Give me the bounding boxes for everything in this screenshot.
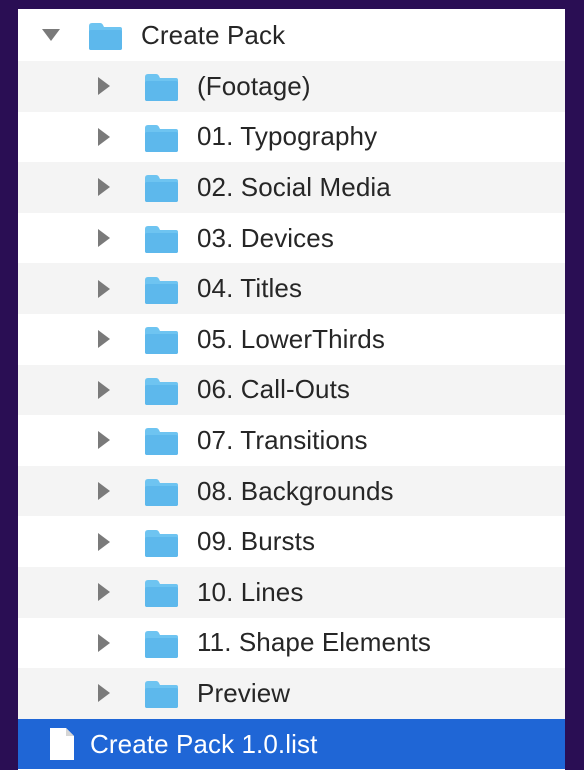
finder-list-panel: Create Pack (Footage) 01. Typography 02.… <box>18 9 565 770</box>
folder-icon <box>143 275 180 305</box>
folder-icon <box>143 376 180 406</box>
disclosure-collapsed-icon[interactable] <box>98 532 110 551</box>
folder-label: Preview <box>197 677 291 708</box>
disclosure-collapsed-icon[interactable] <box>98 482 110 501</box>
folder-row[interactable]: 04. Titles <box>18 263 565 314</box>
file-label: Create Pack 1.0.list <box>90 728 318 759</box>
folder-row[interactable]: 02. Social Media <box>18 162 565 213</box>
folder-icon <box>143 679 180 709</box>
disclosure-collapsed-icon[interactable] <box>98 633 110 652</box>
folder-row-create-pack[interactable]: Create Pack <box>18 9 565 61</box>
folder-row[interactable]: 11. Shape Elements <box>18 618 565 669</box>
disclosure-collapsed-icon[interactable] <box>98 77 110 96</box>
folder-icon <box>87 21 124 51</box>
document-icon <box>48 726 76 762</box>
folder-icon <box>143 578 180 608</box>
folder-label: 02. Social Media <box>197 171 391 202</box>
disclosure-collapsed-icon[interactable] <box>98 431 110 450</box>
folder-icon <box>143 477 180 507</box>
folder-label: 09. Bursts <box>197 526 316 557</box>
file-row-selected[interactable]: Create Pack 1.0.list <box>18 718 565 770</box>
folder-row[interactable]: 07. Transitions <box>18 415 565 466</box>
folder-icon <box>143 325 180 355</box>
folder-icon <box>143 173 180 203</box>
folder-label: (Footage) <box>197 70 311 101</box>
folder-icon <box>143 72 180 102</box>
folder-icon <box>143 426 180 456</box>
disclosure-collapsed-icon[interactable] <box>98 127 110 146</box>
folder-icon <box>143 629 180 659</box>
folder-label: 07. Transitions <box>197 424 368 455</box>
disclosure-expanded-icon[interactable] <box>42 29 60 41</box>
disclosure-collapsed-icon[interactable] <box>98 380 110 399</box>
folder-label: 03. Devices <box>197 222 334 253</box>
folder-label: Create Pack <box>141 19 286 50</box>
folder-label: 04. Titles <box>197 273 303 304</box>
folder-row[interactable]: 08. Backgrounds <box>18 465 565 517</box>
folder-row[interactable]: (Footage) <box>18 61 565 112</box>
folder-label: 11. Shape Elements <box>197 627 432 658</box>
disclosure-collapsed-icon[interactable] <box>98 279 110 298</box>
folder-label: 10. Lines <box>197 576 304 607</box>
disclosure-collapsed-icon[interactable] <box>98 178 110 197</box>
folder-row[interactable]: 01. Typography <box>18 112 565 163</box>
folder-label: 08. Backgrounds <box>197 475 394 506</box>
folder-icon <box>143 528 180 558</box>
folder-label: 01. Typography <box>197 121 378 152</box>
folder-row[interactable]: 10. Lines <box>18 566 565 618</box>
disclosure-collapsed-icon[interactable] <box>98 583 110 602</box>
folder-row[interactable]: Preview <box>18 668 565 719</box>
folder-row[interactable]: 05. LowerThirds <box>18 314 565 365</box>
folder-row[interactable]: 09. Bursts <box>18 516 565 567</box>
folder-label: 05. LowerThirds <box>197 323 385 354</box>
folder-row[interactable]: 03. Devices <box>18 213 565 264</box>
folder-icon <box>143 224 180 254</box>
folder-label: 06. Call-Outs <box>197 374 351 405</box>
folder-icon <box>143 123 180 153</box>
disclosure-collapsed-icon[interactable] <box>98 330 110 349</box>
folder-row[interactable]: 06. Call-Outs <box>18 364 565 416</box>
disclosure-collapsed-icon[interactable] <box>98 684 110 703</box>
disclosure-collapsed-icon[interactable] <box>98 229 110 248</box>
